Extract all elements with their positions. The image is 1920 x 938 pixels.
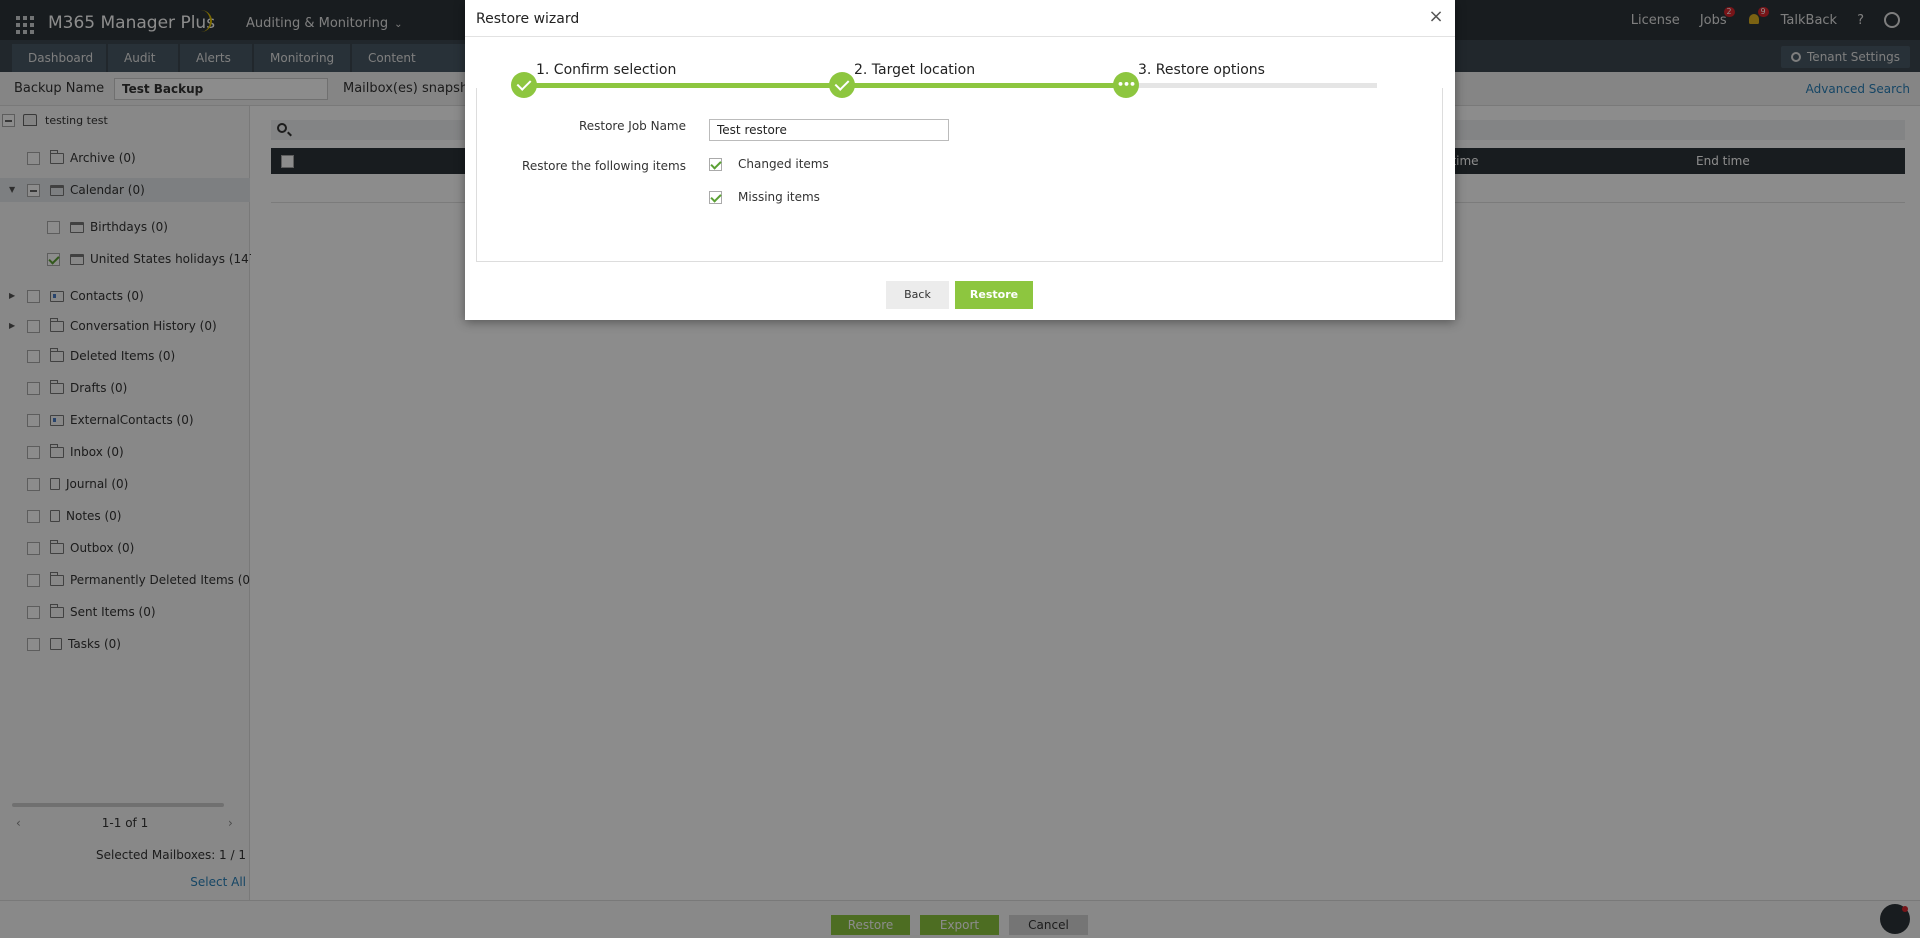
back-button[interactable]: Back (886, 281, 949, 309)
step-2-label: 2. Target location (854, 62, 976, 78)
restore-items-label: Restore the following items (522, 159, 686, 173)
changed-items-checkbox[interactable] (709, 157, 722, 171)
missing-items-checkbox[interactable] (709, 190, 722, 204)
option-missing-items[interactable]: Missing items (709, 190, 820, 204)
step-1-label: 1. Confirm selection (536, 62, 677, 78)
changed-items-label: Changed items (738, 157, 829, 171)
dialog-title: Restore wizard (476, 11, 580, 27)
dialog-divider (465, 36, 1455, 37)
job-name-label: Restore Job Name (578, 119, 686, 133)
option-changed-items[interactable]: Changed items (709, 157, 829, 171)
restore-button[interactable]: Restore (955, 281, 1033, 309)
restore-wizard-dialog: Restore wizard × 1. Confirm selection 2.… (465, 0, 1455, 320)
missing-items-label: Missing items (738, 190, 820, 204)
close-icon[interactable]: × (1427, 8, 1445, 26)
restore-options-form: Restore Job Name Restore the following i… (476, 88, 1443, 262)
step-3-label: 3. Restore options (1138, 62, 1265, 78)
job-name-input[interactable] (709, 119, 949, 141)
